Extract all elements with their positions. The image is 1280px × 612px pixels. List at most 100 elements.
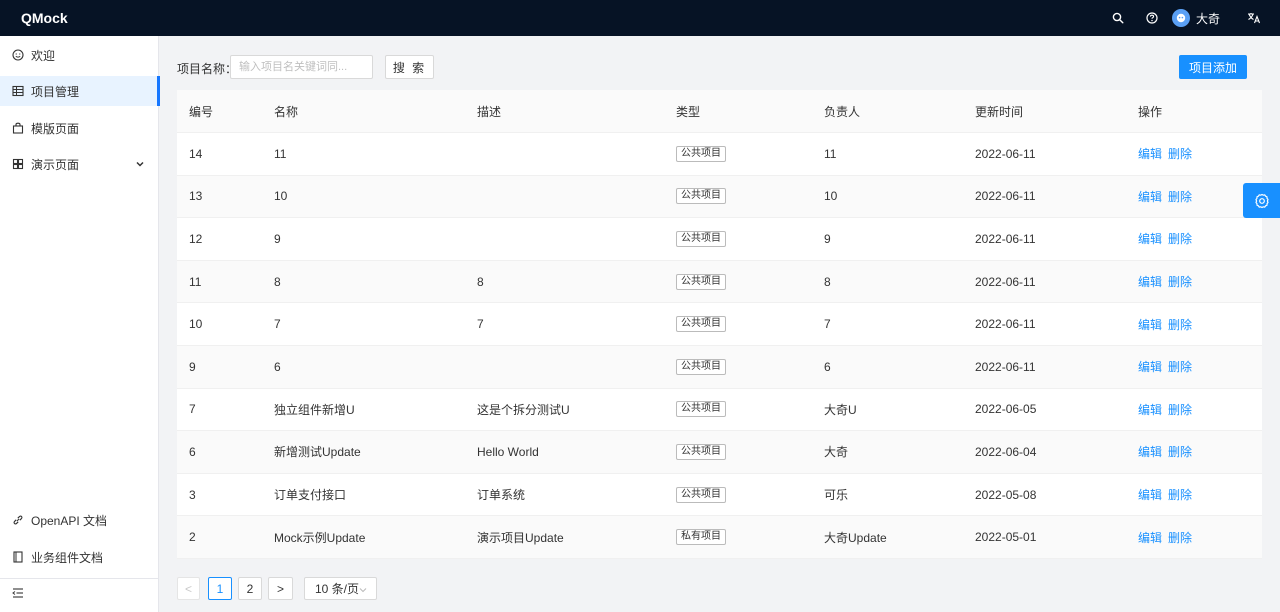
- delete-link[interactable]: 删除: [1168, 401, 1192, 418]
- cell-updated: 2022-06-11: [975, 359, 1036, 374]
- chevron-down-icon: [135, 158, 145, 172]
- project-type-tag: 公共项目: [676, 486, 726, 503]
- delete-link[interactable]: 删除: [1168, 486, 1192, 503]
- project-table: 编号 名称 描述 类型 负责人 更新时间 操作 14 11 公共项目 11 2022-0…: [177, 90, 1262, 559]
- cell-id: 10: [189, 317, 203, 332]
- edit-link[interactable]: 编辑: [1138, 316, 1162, 333]
- cell-updated: 2022-05-08: [975, 487, 1037, 502]
- cell-description: 这是个拆分测试U: [477, 402, 570, 417]
- settings-float-button[interactable]: [1243, 183, 1280, 218]
- cell-actions: 编辑 删除: [1138, 346, 1192, 388]
- delete-link[interactable]: 删除: [1168, 230, 1192, 247]
- table-row: 7 独立组件新增U 这是个拆分测试U 公共项目 大奇U 2022-06-05 编辑 删除: [177, 388, 1262, 432]
- edit-link[interactable]: 编辑: [1138, 188, 1162, 205]
- page-size-select[interactable]: 10 条/页: [304, 577, 377, 600]
- cell-description: 演示项目Update: [477, 530, 564, 545]
- sidebar-item-label: OpenAPI 文档: [31, 513, 108, 528]
- app-logo[interactable]: QMock: [21, 10, 68, 26]
- translate-icon[interactable]: [1240, 0, 1268, 36]
- edit-link[interactable]: 编辑: [1138, 145, 1162, 162]
- delete-link[interactable]: 删除: [1168, 316, 1192, 333]
- project-type-tag: 公共项目: [676, 358, 726, 375]
- sidebar: 欢迎 项目管理 模版页面 演示页面 OpenAPI 文档 业务组件文档: [0, 36, 160, 612]
- project-type-tag: 公共项目: [676, 316, 726, 333]
- pagination-page-1[interactable]: 1: [208, 577, 232, 600]
- edit-link[interactable]: 编辑: [1138, 230, 1162, 247]
- delete-link[interactable]: 删除: [1168, 188, 1192, 205]
- table-row: 11 8 8 公共项目 8 2022-06-11 编辑 删除: [177, 260, 1262, 304]
- search-label: 项目名称：: [177, 62, 238, 76]
- add-project-button[interactable]: 项目添加: [1179, 55, 1247, 79]
- sidebar-item-project-management[interactable]: 项目管理: [0, 76, 160, 106]
- sidebar-item-label: 业务组件文档: [31, 550, 104, 565]
- cell-type: 公共项目: [676, 389, 726, 431]
- column-header-id: 编号: [189, 104, 214, 119]
- cell-name: Mock示例Update: [274, 530, 366, 545]
- sidebar-item-label: 项目管理: [31, 84, 80, 99]
- cell-actions: 编辑 删除: [1138, 218, 1192, 260]
- sidebar-item-template-page[interactable]: 模版页面: [0, 113, 159, 143]
- cell-name: 11: [274, 146, 287, 161]
- sidebar-item-openapi-docs[interactable]: OpenAPI 文档: [0, 505, 159, 535]
- book-icon: [12, 551, 24, 563]
- cell-type: 公共项目: [676, 474, 726, 516]
- cell-actions: 编辑 删除: [1138, 176, 1192, 218]
- user-menu[interactable]: 大奇: [1171, 9, 1220, 27]
- pagination-next[interactable]: >: [268, 577, 293, 600]
- delete-link[interactable]: 删除: [1168, 358, 1192, 375]
- cell-type: 公共项目: [676, 303, 726, 345]
- search-icon[interactable]: [1104, 0, 1132, 36]
- delete-link[interactable]: 删除: [1168, 529, 1192, 546]
- menu-fold-icon[interactable]: [12, 587, 24, 599]
- project-type-tag: 公共项目: [676, 230, 726, 247]
- link-icon: [12, 514, 24, 526]
- cell-updated: 2022-06-04: [975, 444, 1037, 459]
- delete-link[interactable]: 删除: [1168, 443, 1192, 460]
- edit-link[interactable]: 编辑: [1138, 443, 1162, 460]
- cell-owner: 6: [824, 359, 831, 374]
- table-row: 10 7 7 公共项目 7 2022-06-11 编辑 删除: [177, 303, 1262, 346]
- cell-owner: 7: [824, 317, 831, 332]
- cell-id: 9: [189, 359, 196, 374]
- sidebar-divider: [0, 578, 159, 579]
- pagination-page-2[interactable]: 2: [238, 577, 262, 600]
- search-button[interactable]: 搜 索: [385, 55, 434, 79]
- column-header-owner: 负责人: [824, 104, 861, 119]
- sidebar-item-welcome[interactable]: 欢迎: [0, 40, 159, 70]
- project-name-search-input[interactable]: [230, 55, 373, 79]
- delete-link[interactable]: 删除: [1168, 273, 1192, 290]
- sidebar-item-component-docs[interactable]: 业务组件文档: [0, 542, 159, 572]
- edit-link[interactable]: 编辑: [1138, 529, 1162, 546]
- cell-id: 6: [189, 444, 196, 459]
- table-row: 14 11 公共项目 11 2022-06-11 编辑 删除: [177, 133, 1262, 176]
- table-row: 6 新增测试Update Hello World 公共项目 大奇 2022-06-04 编辑…: [177, 431, 1262, 474]
- edit-link[interactable]: 编辑: [1138, 273, 1162, 290]
- chevron-down-icon: [358, 584, 368, 598]
- sidebar-item-label: 模版页面: [31, 121, 80, 136]
- cell-owner: 8: [824, 274, 831, 289]
- help-icon[interactable]: [1138, 0, 1166, 36]
- cell-type: 公共项目: [676, 218, 726, 260]
- bag-icon: [12, 122, 24, 134]
- cell-actions: 编辑 删除: [1138, 133, 1192, 175]
- cell-type: 公共项目: [676, 261, 726, 303]
- sidebar-item-demo-page[interactable]: 演示页面: [0, 149, 159, 179]
- cell-updated: 2022-06-11: [975, 231, 1036, 246]
- cell-actions: 编辑 删除: [1138, 516, 1192, 558]
- cell-updated: 2022-06-11: [975, 189, 1036, 204]
- cell-id: 14: [189, 146, 203, 161]
- cell-description: 7: [477, 317, 484, 332]
- table-row: 3 订单支付接口 订单系统 公共项目 可乐 2022-05-08 编辑 删除: [177, 473, 1262, 517]
- user-name: 大奇: [1195, 11, 1220, 26]
- edit-link[interactable]: 编辑: [1138, 358, 1162, 375]
- cell-owner: 可乐: [824, 488, 849, 503]
- pagination-prev[interactable]: <: [177, 577, 200, 600]
- cell-name: 8: [274, 274, 281, 289]
- cell-name: 6: [274, 359, 281, 374]
- header-actions: 大奇: [1104, 0, 1280, 36]
- delete-link[interactable]: 删除: [1168, 145, 1192, 162]
- cell-id: 13: [189, 189, 203, 204]
- edit-link[interactable]: 编辑: [1138, 486, 1162, 503]
- edit-link[interactable]: 编辑: [1138, 401, 1162, 418]
- cell-type: 私有项目: [676, 516, 726, 558]
